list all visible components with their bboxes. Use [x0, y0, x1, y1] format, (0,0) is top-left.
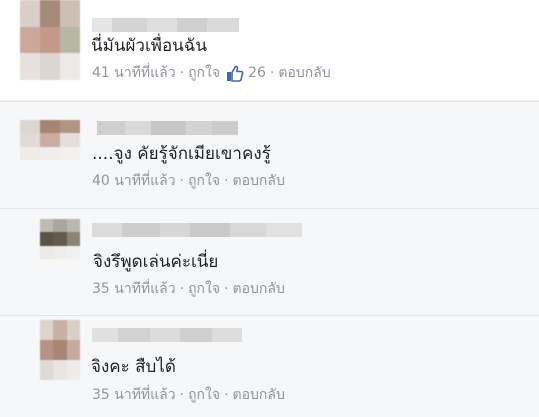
comment-item: นี่มันผัวเพื่อนฉัน 41 นาทีที่แล้ว · ถูกใ…: [0, 0, 539, 100]
comment-text: จิงรึพูดเล่นค่ะเนี่ย: [93, 252, 219, 272]
avatar[interactable]: [20, 0, 80, 80]
commenter-name-redacted[interactable]: [92, 328, 242, 342]
comment-meta: 40 นาทีที่แล้ว · ถูกใจ · ตอบกลับ: [92, 172, 285, 190]
comment-item: ....จูง คัยรู้จักเมียเขาคงรู้ 40 นาทีที่…: [0, 101, 539, 208]
separator: ·: [269, 65, 275, 81]
separator: ·: [179, 65, 185, 81]
comment-item: จิงคะ สืบได้ 35 นาทีที่แล้ว · ถูกใจ · ตอ…: [0, 315, 539, 417]
avatar[interactable]: [40, 320, 80, 380]
reply-button[interactable]: ตอบกลับ: [233, 172, 285, 190]
timestamp[interactable]: 41 นาทีที่แล้ว: [92, 64, 176, 82]
like-button[interactable]: ถูกใจ: [188, 172, 220, 190]
timestamp[interactable]: 35 นาทีที่แล้ว: [92, 386, 176, 404]
separator: ·: [224, 281, 229, 297]
comment-text: นี่มันผัวเพื่อนฉัน: [91, 36, 208, 56]
comment-text: ....จูง คัยรู้จักเมียเขาคงรู้: [92, 144, 271, 164]
commenter-name-redacted[interactable]: [97, 121, 238, 135]
like-button[interactable]: ถูกใจ: [188, 64, 220, 82]
separator: ·: [179, 281, 185, 297]
like-button[interactable]: ถูกใจ: [188, 280, 220, 298]
comment-text: จิงคะ สืบได้: [91, 357, 176, 377]
reply-button[interactable]: ตอบกลับ: [233, 386, 285, 404]
separator: ·: [224, 387, 229, 403]
avatar[interactable]: [20, 120, 80, 160]
timestamp[interactable]: 40 นาทีที่แล้ว: [92, 172, 176, 190]
comment-meta: 35 นาทีที่แล้ว · ถูกใจ · ตอบกลับ: [92, 280, 285, 298]
comment-meta: 35 นาทีที่แล้ว · ถูกใจ · ตอบกลับ: [92, 386, 285, 404]
comment-item: จิงรึพูดเล่นค่ะเนี่ย 35 นาทีที่แล้ว · ถู…: [0, 208, 539, 315]
separator: ·: [224, 173, 229, 189]
like-count-badge[interactable]: 26: [226, 64, 266, 82]
separator: ·: [179, 173, 185, 189]
reply-button[interactable]: ตอบกลับ: [233, 280, 285, 298]
like-button[interactable]: ถูกใจ: [188, 386, 220, 404]
comment-meta: 41 นาทีที่แล้ว · ถูกใจ 26 · ตอบกลับ: [92, 64, 331, 82]
commenter-name-redacted[interactable]: [92, 223, 302, 237]
reply-button[interactable]: ตอบกลับ: [278, 64, 330, 82]
like-count: 26: [248, 65, 266, 81]
commenter-name-redacted[interactable]: [92, 18, 239, 32]
thumbs-up-icon: [227, 65, 244, 82]
separator: ·: [179, 387, 185, 403]
timestamp[interactable]: 35 นาทีที่แล้ว: [92, 280, 176, 298]
avatar[interactable]: [40, 219, 80, 259]
